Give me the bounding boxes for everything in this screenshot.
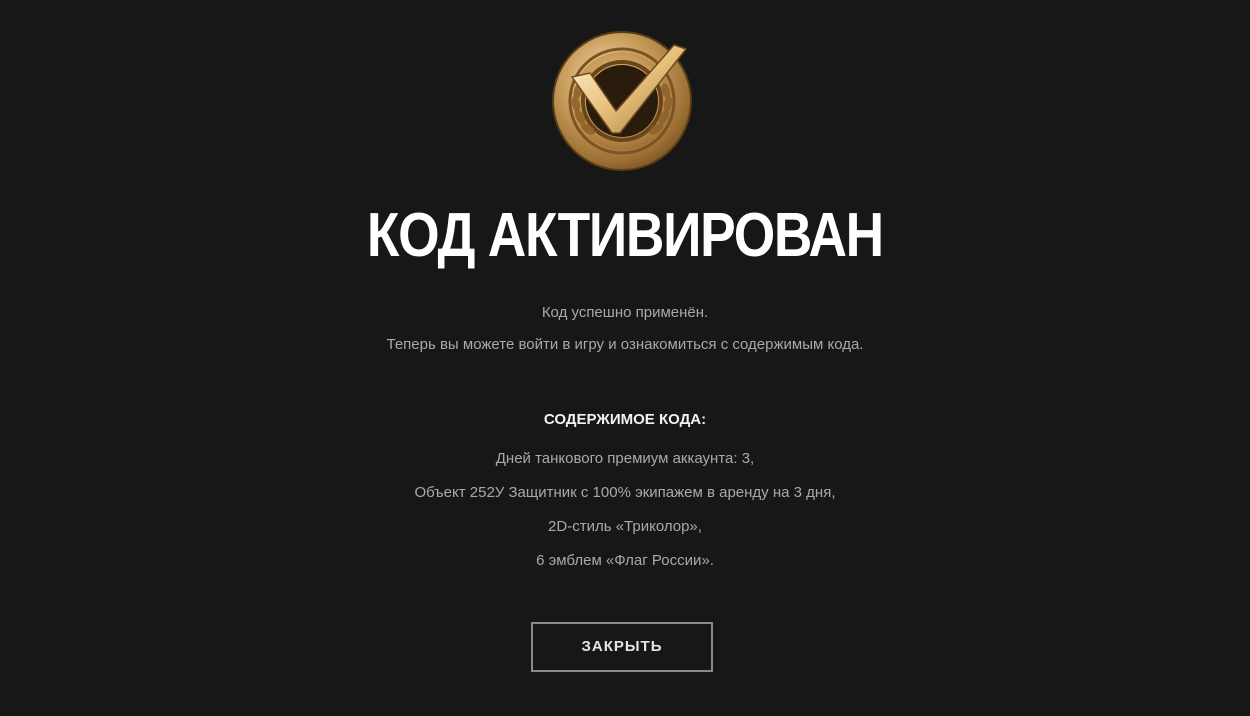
contents-list: Дней танкового премиум аккаунта: 3, Объе… [0, 449, 1250, 585]
list-item: 6 эмблем «Флаг России». [536, 552, 714, 569]
close-button[interactable]: ЗАКРЫТЬ [531, 622, 713, 672]
list-item: Объект 252У Защитник с 100% экипажем в а… [414, 484, 836, 501]
instruction-message: Теперь вы можете войти в игру и ознакоми… [386, 336, 864, 353]
success-message: Код успешно применён. [541, 304, 709, 321]
gold-checkmark-medal-icon [552, 31, 692, 171]
list-item: Дней танкового премиум аккаунта: 3, [495, 450, 755, 467]
activation-dialog: КОД АКТИВИРОВАН Код успешно применён. Те… [0, 0, 1250, 716]
list-item: 2D-стиль «Триколор», [548, 518, 702, 535]
page-title: КОД АКТИВИРОВАН [366, 201, 884, 270]
contents-heading: СОДЕРЖИМОЕ КОДА: [543, 411, 707, 428]
